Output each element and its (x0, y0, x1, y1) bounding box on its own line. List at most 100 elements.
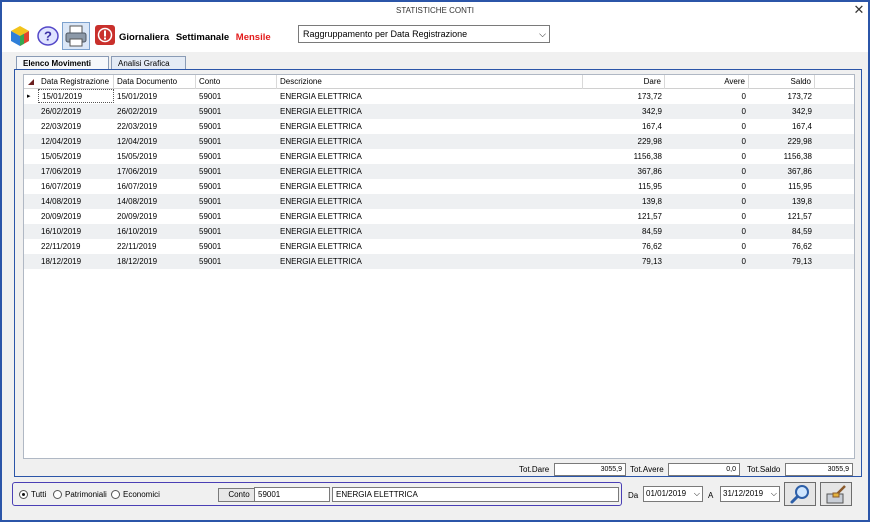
tab-analisi-grafica[interactable]: Analisi Grafica (111, 56, 186, 70)
print-icon[interactable] (62, 22, 90, 50)
cell-data-registrazione[interactable]: 20/09/2019 (38, 209, 114, 224)
cell-data-documento[interactable]: 26/02/2019 (114, 104, 196, 119)
cell-dare[interactable]: 76,62 (583, 239, 665, 254)
table-row[interactable]: ▸ 15/01/2019 15/01/2019 59001 ENERGIA ELETTR… (24, 89, 854, 104)
clear-button[interactable] (820, 482, 852, 506)
cell-avere[interactable]: 0 (665, 209, 749, 224)
cube-icon[interactable] (8, 24, 32, 48)
movements-grid[interactable]: Data Registrazione Data Documento Conto … (23, 74, 855, 459)
cell-data-documento[interactable]: 18/12/2019 (114, 254, 196, 269)
cell-descrizione[interactable]: ENERGIA ELETTRICA (277, 119, 583, 134)
date-to-picker[interactable]: 31/12/2019 ⌵ (720, 486, 780, 502)
cell-data-documento[interactable]: 17/06/2019 (114, 164, 196, 179)
table-row[interactable]: 26/02/2019 26/02/2019 59001 ENERGIA ELETTRI… (24, 104, 854, 119)
cell-conto[interactable]: 59001 (196, 149, 277, 164)
col-data-documento[interactable]: Data Documento (114, 75, 196, 89)
cell-conto[interactable]: 59001 (196, 224, 277, 239)
period-monthly[interactable]: Mensile (236, 32, 271, 43)
cell-avere[interactable]: 0 (665, 224, 749, 239)
cell-saldo[interactable]: 342,9 (749, 104, 815, 119)
cell-data-documento[interactable]: 12/04/2019 (114, 134, 196, 149)
cell-conto[interactable]: 59001 (196, 254, 277, 269)
table-row[interactable]: 22/11/2019 22/11/2019 59001 ENERGIA ELETTRI… (24, 239, 854, 254)
cell-data-registrazione[interactable]: 22/03/2019 (38, 119, 114, 134)
cell-dare[interactable]: 84,59 (583, 224, 665, 239)
cell-saldo[interactable]: 76,62 (749, 239, 815, 254)
grouping-select[interactable]: Raggruppamento per Data Registrazione ⌵ (298, 25, 550, 43)
cell-saldo[interactable]: 115,95 (749, 179, 815, 194)
close-button[interactable]: ✕ (852, 3, 866, 18)
cell-saldo[interactable]: 121,57 (749, 209, 815, 224)
cell-dare[interactable]: 115,95 (583, 179, 665, 194)
col-conto[interactable]: Conto (196, 75, 277, 89)
cell-saldo[interactable]: 84,59 (749, 224, 815, 239)
cell-saldo[interactable]: 139,8 (749, 194, 815, 209)
cell-descrizione[interactable]: ENERGIA ELETTRICA (277, 134, 583, 149)
cell-avere[interactable]: 0 (665, 179, 749, 194)
cell-descrizione[interactable]: ENERGIA ELETTRICA (277, 224, 583, 239)
cell-data-registrazione[interactable]: 12/04/2019 (38, 134, 114, 149)
cell-conto[interactable]: 59001 (196, 179, 277, 194)
cell-saldo[interactable]: 1156,38 (749, 149, 815, 164)
cell-avere[interactable]: 0 (665, 194, 749, 209)
cell-data-registrazione[interactable]: 16/07/2019 (38, 179, 114, 194)
date-from-picker[interactable]: 01/01/2019 ⌵ (643, 486, 703, 502)
conto-code-input[interactable]: 59001 (254, 487, 330, 502)
cell-data-registrazione[interactable]: 15/05/2019 (38, 149, 114, 164)
cell-data-registrazione[interactable]: 26/02/2019 (38, 104, 114, 119)
table-row[interactable]: 17/06/2019 17/06/2019 59001 ENERGIA ELETTRI… (24, 164, 854, 179)
col-dare[interactable]: Dare (583, 75, 665, 89)
cell-dare[interactable]: 367,86 (583, 164, 665, 179)
cell-data-documento[interactable]: 22/11/2019 (114, 239, 196, 254)
cell-saldo[interactable]: 367,86 (749, 164, 815, 179)
search-button[interactable] (784, 482, 816, 506)
table-row[interactable]: 16/07/2019 16/07/2019 59001 ENERGIA ELETTRI… (24, 179, 854, 194)
col-saldo[interactable]: Saldo (749, 75, 815, 89)
cell-avere[interactable]: 0 (665, 119, 749, 134)
cell-descrizione[interactable]: ENERGIA ELETTRICA (277, 254, 583, 269)
cell-saldo[interactable]: 229,98 (749, 134, 815, 149)
cell-data-documento[interactable]: 15/05/2019 (114, 149, 196, 164)
table-row[interactable]: 12/04/2019 12/04/2019 59001 ENERGIA ELETTRI… (24, 134, 854, 149)
cell-descrizione[interactable]: ENERGIA ELETTRICA (277, 104, 583, 119)
cell-dare[interactable]: 139,8 (583, 194, 665, 209)
cell-descrizione[interactable]: ENERGIA ELETTRICA (277, 89, 583, 104)
cell-data-registrazione[interactable]: 22/11/2019 (38, 239, 114, 254)
stop-icon[interactable] (94, 24, 118, 48)
cell-avere[interactable]: 0 (665, 164, 749, 179)
cell-descrizione[interactable]: ENERGIA ELETTRICA (277, 164, 583, 179)
cell-avere[interactable]: 0 (665, 239, 749, 254)
cell-data-registrazione[interactable]: 15/01/2019 (38, 89, 114, 103)
cell-dare[interactable]: 229,98 (583, 134, 665, 149)
cell-dare[interactable]: 1156,38 (583, 149, 665, 164)
cell-dare[interactable]: 121,57 (583, 209, 665, 224)
radio-economici[interactable]: Economici (111, 490, 160, 500)
radio-patrimoniali[interactable]: Patrimoniali (53, 490, 107, 500)
cell-descrizione[interactable]: ENERGIA ELETTRICA (277, 194, 583, 209)
period-daily[interactable]: Giornaliera (119, 32, 169, 43)
cell-data-registrazione[interactable]: 14/08/2019 (38, 194, 114, 209)
cell-descrizione[interactable]: ENERGIA ELETTRICA (277, 179, 583, 194)
cell-saldo[interactable]: 167,4 (749, 119, 815, 134)
period-weekly[interactable]: Settimanale (176, 32, 229, 43)
cell-data-registrazione[interactable]: 18/12/2019 (38, 254, 114, 269)
table-row[interactable]: 15/05/2019 15/05/2019 59001 ENERGIA ELETTRI… (24, 149, 854, 164)
table-row[interactable]: 20/09/2019 20/09/2019 59001 ENERGIA ELETTRI… (24, 209, 854, 224)
cell-conto[interactable]: 59001 (196, 134, 277, 149)
cell-conto[interactable]: 59001 (196, 239, 277, 254)
cell-avere[interactable]: 0 (665, 104, 749, 119)
cell-data-documento[interactable]: 22/03/2019 (114, 119, 196, 134)
cell-descrizione[interactable]: ENERGIA ELETTRICA (277, 149, 583, 164)
cell-descrizione[interactable]: ENERGIA ELETTRICA (277, 209, 583, 224)
cell-conto[interactable]: 59001 (196, 209, 277, 224)
cell-avere[interactable]: 0 (665, 134, 749, 149)
conto-description-input[interactable]: ENERGIA ELETTRICA (332, 487, 619, 502)
cell-data-registrazione[interactable]: 16/10/2019 (38, 224, 114, 239)
cell-data-documento[interactable]: 14/08/2019 (114, 194, 196, 209)
col-descrizione[interactable]: Descrizione (277, 75, 583, 89)
radio-tutti[interactable]: Tutti (19, 490, 46, 500)
cell-dare[interactable]: 173,72 (583, 89, 665, 104)
cell-conto[interactable]: 59001 (196, 164, 277, 179)
cell-data-documento[interactable]: 20/09/2019 (114, 209, 196, 224)
table-row[interactable]: 16/10/2019 16/10/2019 59001 ENERGIA ELETTRI… (24, 224, 854, 239)
